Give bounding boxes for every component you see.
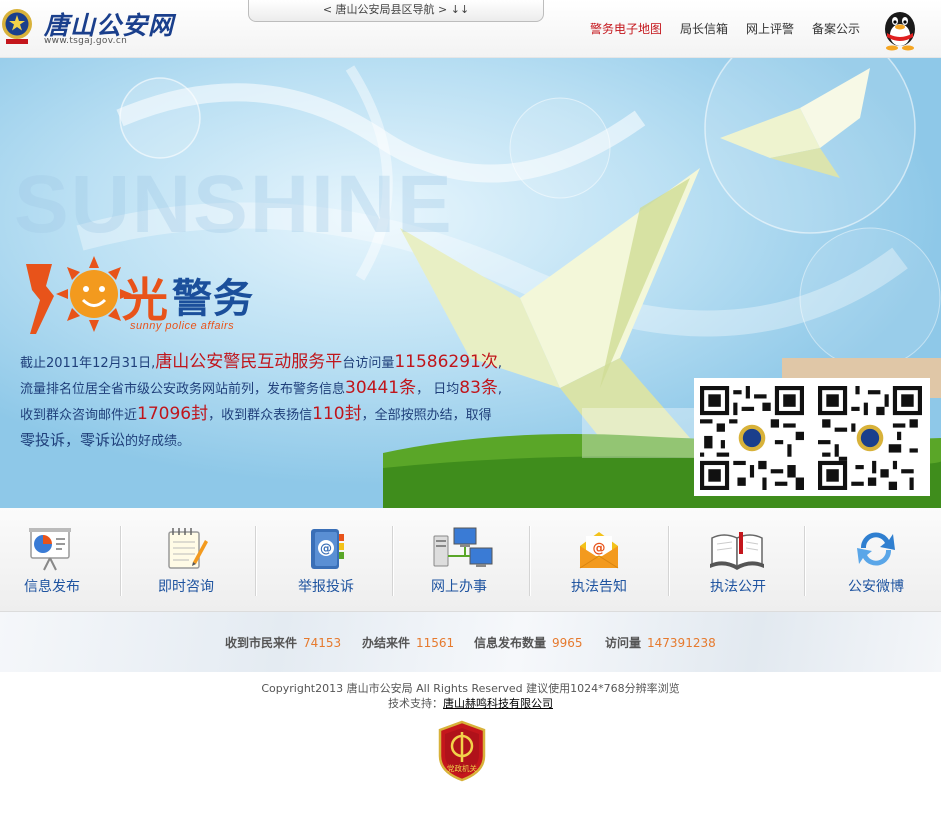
service-label: 公安微博: [848, 579, 904, 595]
counter-completed: 办结来件 11561: [362, 634, 454, 651]
service-law-public[interactable]: 执法公开: [684, 508, 792, 612]
counter-label: 收到市民来件: [225, 636, 298, 650]
brand-jingwu-text: 警务: [172, 276, 254, 322]
svg-text:@: @: [320, 542, 332, 556]
counter-value: 9965: [552, 636, 583, 650]
police-emblem-icon: [2, 9, 32, 44]
counter-visits: 访问量 147391238: [605, 634, 716, 651]
qr-code-icon[interactable]: [700, 386, 804, 490]
stats-text: 截止2011年12月31日,: [20, 356, 156, 371]
hero-banner: SUNSHINE 光 警务 sunny police affairs 截止201…: [0, 58, 941, 508]
separator: [120, 526, 121, 596]
tech-support-label: 技术支持：: [388, 697, 443, 710]
service-label: 即时咨询: [158, 579, 214, 595]
nav-police-map[interactable]: 警务电子地图: [590, 20, 662, 38]
counter-value: 147391238: [647, 636, 716, 650]
stats-text: 流量排名位居全省市级公安政务网站前列，发布警务信息: [20, 382, 346, 397]
tech-support-link[interactable]: 唐山赫鸣科技有限公司: [443, 697, 553, 710]
sunshine-watermark: SUNSHINE: [14, 159, 454, 250]
county-nav-dropdown[interactable]: < 唐山公安局县区导航 > ↓↓: [248, 0, 544, 22]
stats-text: ， 日均: [416, 382, 460, 397]
separator: [804, 526, 805, 596]
open-book-icon: [710, 532, 764, 570]
counter-label: 信息发布数量: [474, 636, 547, 650]
counter-received: 收到市民来件 74153: [225, 634, 341, 651]
stats-text: ，全部按照办结，取得: [361, 408, 492, 423]
service-online-affairs[interactable]: 网上办事: [408, 508, 510, 612]
service-law-notice[interactable]: @ 执法告知: [546, 508, 652, 612]
service-info-release[interactable]: 信息发布: [0, 508, 104, 612]
separator: [529, 526, 530, 596]
service-instant-consult[interactable]: 即时咨询: [136, 508, 236, 612]
separator: [255, 526, 256, 596]
nav-online-review[interactable]: 网上评警: [746, 20, 794, 38]
qq-penguin-icon[interactable]: [878, 5, 922, 51]
footer-copyright: Copyright2013 唐山市公安局 All Rights Reserved…: [0, 681, 941, 711]
stats-mail-count: 17096封: [137, 404, 209, 424]
stats-text: ,: [497, 382, 503, 397]
service-label: 执法告知: [571, 579, 627, 595]
stats-text: 收到群众咨询邮件近: [20, 408, 138, 423]
stats-text: 台访问量: [342, 356, 395, 371]
stats-praise-count: 110封: [312, 404, 362, 424]
service-bar: 信息发布 即时咨询 @ 举报投诉 网上办事 @ 执法告知 执法公开 公安微博: [0, 508, 941, 612]
separator: [392, 526, 393, 596]
notepad-pen-icon: [168, 528, 208, 569]
svg-text:@: @: [593, 541, 606, 556]
counter-label: 访问量: [605, 636, 642, 650]
site-url: www.tsgaj.gov.cn: [44, 36, 128, 46]
statistics-counters: 收到市民来件 74153 办结来件 11561 信息发布数量 9965 访问量 1473…: [0, 612, 941, 672]
copyright-text: Copyright2013 唐山市公安局 All Rights Reserved…: [261, 682, 680, 695]
stats-text: ,: [497, 356, 502, 371]
brand-subtitle: sunny police affairs: [130, 320, 235, 332]
stats-line-3: 收到群众咨询邮件近17096封，收到群众表扬信110封，全部按照办结，取得: [20, 402, 560, 428]
sunny-police-brand: 光 警务 sunny police affairs: [22, 256, 282, 340]
service-label: 信息发布: [24, 579, 80, 595]
envelope-at-icon: @: [579, 532, 619, 569]
address-book-icon: @: [311, 529, 344, 569]
counter-value: 11561: [416, 636, 455, 650]
nav-filing-notice[interactable]: 备案公示: [812, 20, 860, 38]
site-header: 唐山公安网 www.tsgaj.gov.cn < 唐山公安局县区导航 > ↓↓ …: [0, 0, 941, 58]
badge-text: 党政机关: [447, 763, 477, 773]
stats-visit-count: 11586291次: [394, 352, 498, 372]
service-label: 执法公开: [710, 579, 766, 595]
stats-line-1: 截止2011年12月31日,唐山公安警民互动服务平台访问量11586291次,: [20, 350, 560, 376]
qr-code-panel: [694, 378, 930, 496]
service-report-complaint[interactable]: @ 举报投诉: [272, 508, 380, 612]
stats-text: 的好成绩。: [125, 434, 191, 449]
party-government-badge-icon[interactable]: 党政机关: [436, 720, 488, 782]
presentation-chart-icon: [29, 528, 71, 571]
stats-line-2: 流量排名位居全省市级公安政务网站前列，发布警务信息30441条， 日均83条,: [20, 376, 560, 402]
statistics-summary: 截止2011年12月31日,唐山公安警民互动服务平台访问量11586291次, …: [20, 350, 560, 454]
stats-info-count: 30441条: [345, 378, 417, 398]
service-label: 举报投诉: [298, 579, 354, 595]
counter-value: 74153: [303, 636, 342, 650]
tech-support-line: 技术支持：唐山赫鸣科技有限公司: [0, 696, 941, 711]
computers-network-icon: [433, 527, 493, 567]
stats-daily-count: 83条: [459, 378, 498, 398]
service-police-weibo[interactable]: 公安微博: [822, 508, 930, 612]
nav-director-mailbox[interactable]: 局长信箱: [680, 20, 728, 38]
counter-published: 信息发布数量 9965: [474, 634, 583, 651]
stats-text: ，收到群众表扬信: [208, 408, 313, 423]
qr-code-icon[interactable]: [818, 386, 922, 490]
stats-platform-name: 唐山公安警民互动服务平: [155, 352, 343, 372]
counter-label: 办结来件: [362, 636, 411, 650]
service-label: 网上办事: [431, 579, 487, 595]
stats-line-4: 零投诉，零诉讼的好成绩。: [20, 428, 560, 454]
refresh-arrows-icon: [857, 532, 895, 566]
separator: [668, 526, 669, 596]
stats-zero-complaints: 零投诉，零诉讼: [20, 431, 126, 449]
